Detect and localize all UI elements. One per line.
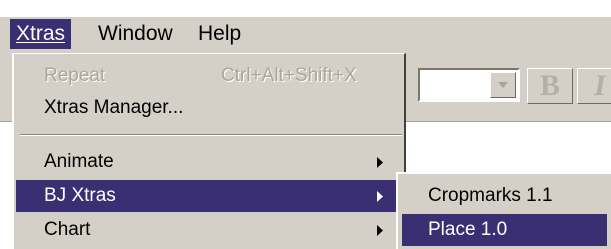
submenu-arrow-icon — [377, 225, 383, 236]
menu-item-label: Xtras Manager... — [44, 97, 184, 118]
xtras-dropdown-menu: Repeat Ctrl+Alt+Shift+X Xtras Manager...… — [12, 53, 406, 249]
menu-window-label: Window — [98, 22, 173, 45]
menu-item-label: Chart — [44, 219, 91, 240]
menu-bar: Xtras Window Help — [0, 17, 611, 53]
menu-help[interactable]: Help — [192, 19, 247, 49]
combo-dropdown-button[interactable] — [490, 72, 516, 98]
menu-xtras-label: Xtras — [16, 22, 66, 45]
bj-xtras-submenu: Cropmarks 1.1 Place 1.0 — [396, 172, 611, 249]
submenu-item-cropmarks[interactable]: Cropmarks 1.1 — [402, 180, 607, 212]
submenu-item-label: Place 1.0 — [428, 219, 508, 240]
submenu-item-label: Cropmarks 1.1 — [428, 185, 553, 206]
menu-item-label: Repeat — [44, 65, 106, 86]
menu-item-repeat[interactable]: Repeat Ctrl+Alt+Shift+X — [16, 60, 404, 92]
menu-item-bj-xtras[interactable]: BJ Xtras — [16, 180, 404, 212]
submenu-arrow-icon — [377, 191, 383, 202]
submenu-item-place[interactable]: Place 1.0 — [402, 214, 607, 246]
font-size-combo[interactable] — [418, 68, 520, 102]
menu-window[interactable]: Window — [92, 19, 179, 49]
menu-item-xtras-manager[interactable]: Xtras Manager... — [16, 92, 404, 124]
chevron-down-icon — [498, 82, 508, 88]
menu-item-label: Animate — [44, 151, 114, 172]
menu-item-animate[interactable]: Animate — [16, 146, 404, 178]
menu-separator — [20, 134, 402, 136]
menu-xtras[interactable]: Xtras — [10, 19, 72, 49]
menu-item-label: BJ Xtras — [44, 185, 116, 206]
menu-item-chart[interactable]: Chart — [16, 214, 404, 246]
bold-button[interactable]: B — [527, 68, 573, 104]
submenu-arrow-icon — [377, 157, 383, 168]
app-window: Xtras Window Help B I Repeat Ctrl+Alt+Sh… — [0, 0, 611, 249]
menu-help-label: Help — [198, 22, 242, 45]
italic-button[interactable]: I — [577, 68, 611, 104]
menu-item-shortcut: Ctrl+Alt+Shift+X — [221, 65, 357, 86]
